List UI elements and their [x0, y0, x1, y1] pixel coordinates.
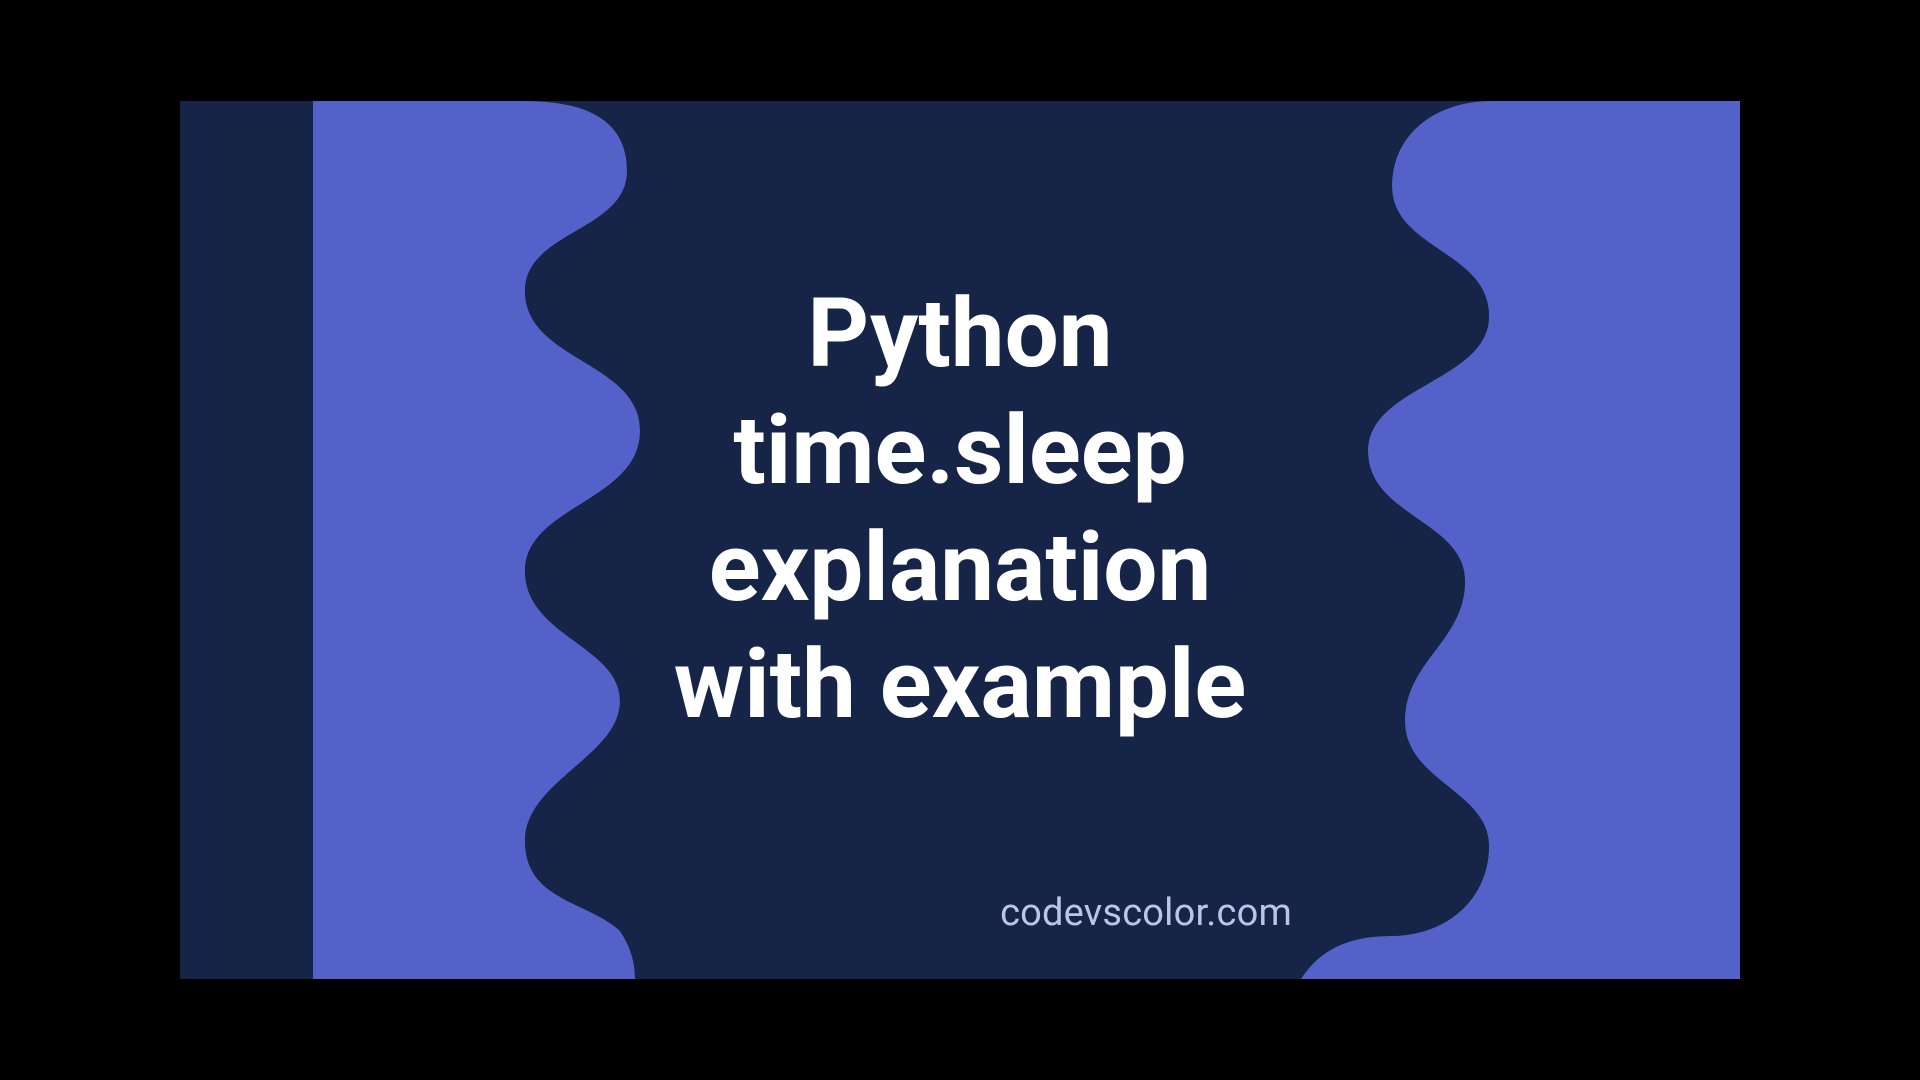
hero-card: Python time.sleep explanation with examp…	[180, 101, 1740, 979]
title-wrap: Python time.sleep explanation with examp…	[180, 101, 1740, 979]
watermark-text: codevscolor.com	[1000, 891, 1292, 935]
hero-title: Python time.sleep explanation with examp…	[674, 276, 1246, 744]
